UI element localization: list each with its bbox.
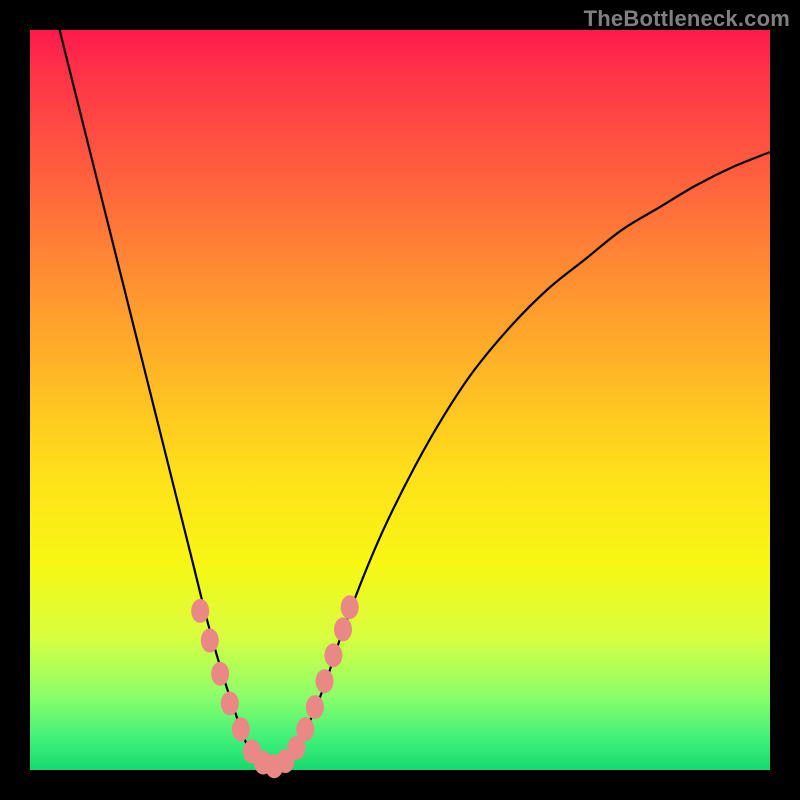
right-curve bbox=[271, 152, 771, 770]
curve-marker bbox=[324, 643, 342, 667]
curve-marker bbox=[211, 662, 229, 686]
left-curve bbox=[60, 30, 271, 770]
curve-marker bbox=[334, 617, 352, 641]
curve-marker bbox=[232, 717, 250, 741]
curve-marker bbox=[221, 691, 239, 715]
curve-marker bbox=[296, 717, 314, 741]
curve-marker bbox=[316, 669, 334, 693]
chart-stage: TheBottleneck.com bbox=[0, 0, 800, 800]
watermark-text: TheBottleneck.com bbox=[584, 6, 790, 32]
curve-marker bbox=[191, 599, 209, 623]
curve-marker bbox=[201, 629, 219, 653]
curve-marker bbox=[306, 695, 324, 719]
curve-marker bbox=[341, 595, 359, 619]
marker-group bbox=[191, 595, 358, 778]
curve-layer bbox=[30, 30, 770, 770]
plot-area bbox=[30, 30, 770, 770]
